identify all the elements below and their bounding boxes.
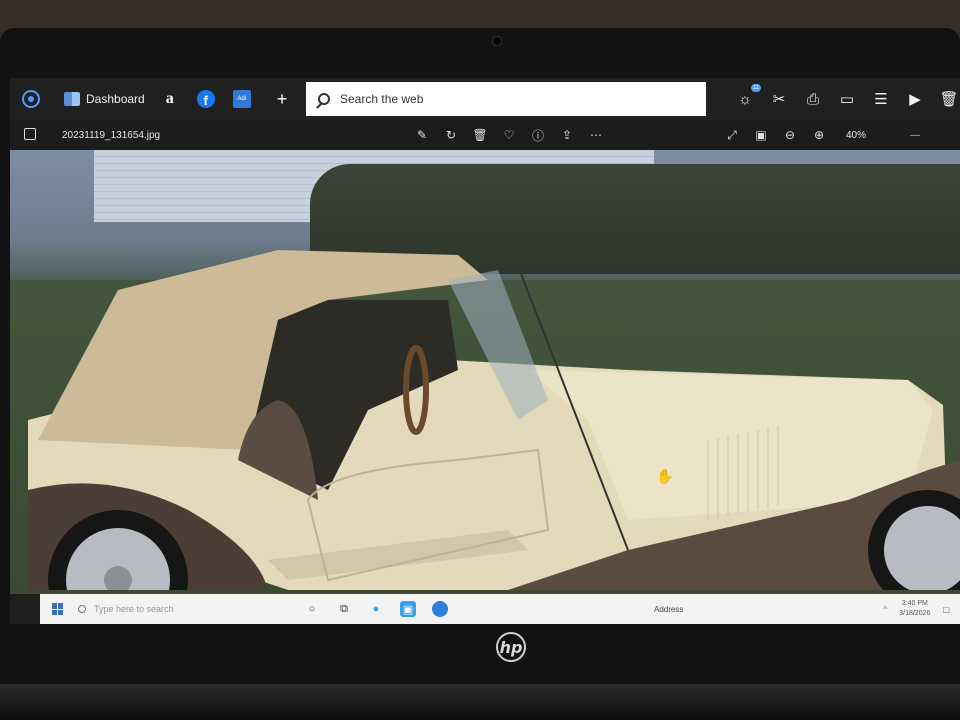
hand-cursor-icon: ✋	[656, 468, 674, 484]
trash-icon[interactable]: 🗑	[938, 88, 960, 110]
play-icon[interactable]: ▶	[904, 88, 926, 110]
droplet-app-icon[interactable]: ●	[368, 601, 384, 617]
zoom-in-icon[interactable]: ⊕	[811, 127, 827, 143]
favorite-icon[interactable]: ♡	[501, 127, 517, 143]
zoom-controls: ⤢ ▣ ⊖ ⊕ 40%	[724, 120, 866, 150]
browser-toolbar: Dashboard a f Adi + Search the web ☼ 11 ✂…	[10, 78, 960, 120]
edit-icon[interactable]: ✎	[414, 127, 430, 143]
photos-taskbar-icon[interactable]: ▣	[400, 601, 416, 617]
window-controls: —	[910, 120, 920, 150]
hp-logo: hp	[496, 632, 526, 662]
taskbar-search-placeholder: Type here to search	[94, 604, 174, 614]
photo-canvas: ✋	[10, 150, 960, 594]
zoom-out-icon[interactable]: ⊖	[782, 127, 798, 143]
clock-time: 3:40 PM	[901, 600, 928, 607]
zoom-level: 40%	[846, 129, 867, 141]
taskbar-search[interactable]: Type here to search	[78, 604, 288, 614]
photo-viewer-toolbar: 20231119_131654.jpg ✎ ↻ 🗑 ♡ ⓘ ⇪ ⋯ ⤢ ▣ ⊖ …	[10, 120, 960, 150]
more-options-icon[interactable]: ⋯	[588, 127, 604, 143]
system-tray: ^ 3:40 PM 3/18/2026 ▢	[884, 594, 950, 624]
new-tab-button[interactable]: +	[277, 89, 288, 110]
windows-taskbar: Type here to search ○ ⧉ ● ▣ Address ^ 3:…	[40, 594, 960, 624]
clock-date: 3/18/2026	[899, 610, 931, 617]
search-icon	[318, 93, 330, 105]
web-search-input[interactable]: Search the web	[306, 82, 706, 116]
delete-icon[interactable]: 🗑	[472, 127, 488, 143]
share-icon[interactable]: ⇪	[559, 127, 575, 143]
tray-chevron-icon[interactable]: ^	[884, 605, 888, 614]
task-view-icon[interactable]: ⧉	[336, 601, 352, 617]
amazon-icon[interactable]: a	[161, 90, 179, 108]
browser-action-icons: ☼ 11 ✂ ⎙ ▭ ☰ ▶ 🗑	[734, 78, 960, 120]
clipboard-icon[interactable]: ☰	[870, 88, 892, 110]
fit-icon[interactable]: ▣	[753, 127, 769, 143]
webcam	[492, 36, 502, 46]
taskbar-search-icon	[78, 605, 86, 613]
video-icon[interactable]: ▭	[836, 88, 858, 110]
address-toolbar[interactable]: Address	[654, 605, 683, 614]
facebook-icon[interactable]: f	[196, 90, 215, 108]
cortana-icon[interactable]: ○	[304, 601, 320, 617]
info-icon[interactable]: ⓘ	[530, 127, 546, 143]
weather-icon[interactable]: ☼ 11	[734, 84, 761, 110]
print-icon[interactable]: ⎙	[802, 88, 824, 110]
notification-badge: 11	[750, 84, 761, 92]
photos-app-icon	[24, 128, 36, 140]
vintage-car-image	[28, 239, 960, 590]
dashboard-icon[interactable]	[64, 92, 80, 106]
system-clock[interactable]: 3:40 PM 3/18/2026	[899, 599, 930, 619]
adi-icon[interactable]: Adi	[232, 90, 251, 108]
photo-actions: ✎ ↻ 🗑 ♡ ⓘ ⇪ ⋯	[414, 120, 617, 150]
search-placeholder: Search the web	[340, 92, 424, 106]
laptop-screen: Dashboard a f Adi + Search the web ☼ 11 ✂…	[10, 78, 960, 624]
laptop-base	[0, 684, 960, 720]
browser-taskbar-icon[interactable]	[432, 601, 448, 617]
scissors-icon[interactable]: ✂	[768, 88, 790, 110]
minimize-icon[interactable]: —	[910, 130, 920, 141]
start-icon[interactable]	[52, 603, 64, 615]
expand-icon[interactable]: ⤢	[724, 127, 740, 143]
browser-home-icon[interactable]	[22, 90, 40, 108]
file-name: 20231119_131654.jpg	[62, 129, 161, 141]
dashboard-label[interactable]: Dashboard	[86, 78, 145, 120]
notifications-icon[interactable]: ▢	[942, 605, 950, 614]
rotate-icon[interactable]: ↻	[443, 127, 459, 143]
